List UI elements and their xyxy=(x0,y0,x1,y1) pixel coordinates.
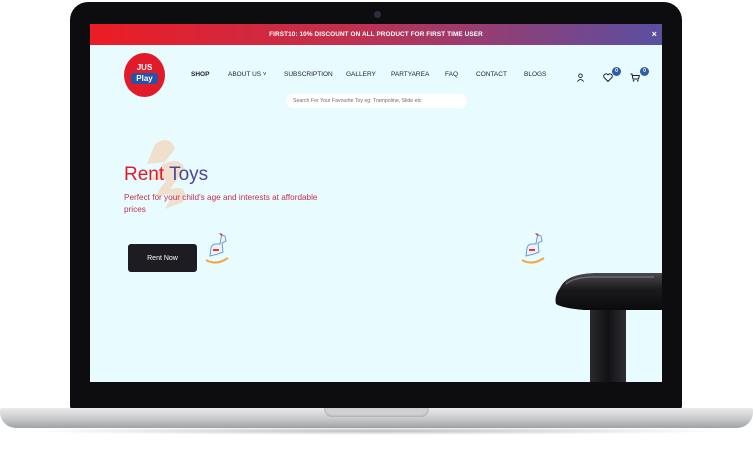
toy-hammer-image xyxy=(555,273,662,382)
cart-count-badge: 0 xyxy=(640,67,649,76)
rocking-horse-icon xyxy=(205,233,229,264)
wishlist-button[interactable]: 0 xyxy=(603,67,621,87)
nav-about-us-label: ABOUT US xyxy=(228,71,262,78)
hero-subtitle: Perfect for your child's age and interes… xyxy=(124,193,318,214)
promo-text: FIRST10: 10% DISCOUNT ON ALL PRODUCT FOR… xyxy=(269,31,483,38)
wishlist-count-badge: 0 xyxy=(612,67,621,76)
nav-contact[interactable]: CONTACT xyxy=(476,71,507,78)
logo-text-top: JUS xyxy=(136,63,153,72)
nav-faq[interactable]: FAQ xyxy=(445,71,458,78)
nav-partyarea[interactable]: PARTYAREA xyxy=(391,71,429,78)
promo-bar: FIRST10: 10% DISCOUNT ON ALL PRODUCT FOR… xyxy=(90,24,662,45)
site-logo[interactable]: JUS Play xyxy=(124,53,165,97)
nav-about-us[interactable]: ABOUT US ˅ xyxy=(228,71,266,78)
rocking-horse-icon xyxy=(521,233,545,264)
logo-text-bottom: Play xyxy=(131,73,158,84)
nav-blogs[interactable]: BLOGS xyxy=(524,71,546,78)
hero-title-rent: Rent xyxy=(124,164,170,185)
nav-shop[interactable]: SHOP xyxy=(191,71,209,78)
nav-subscription[interactable]: SUBSCRIPTION xyxy=(284,71,333,78)
hero-title-toys: Toys xyxy=(169,164,209,185)
close-icon[interactable]: × xyxy=(652,24,657,45)
cart-icon xyxy=(630,69,640,86)
search-input[interactable] xyxy=(286,94,467,108)
nav-gallery[interactable]: GALLERY xyxy=(346,71,376,78)
user-icon[interactable] xyxy=(576,69,585,87)
webcam xyxy=(374,11,381,18)
laptop-shadow xyxy=(20,427,733,435)
cart-button[interactable]: 0 xyxy=(630,67,649,87)
browser-screen: FIRST10: 10% DISCOUNT ON ALL PRODUCT FOR… xyxy=(90,24,662,382)
rent-now-button[interactable]: Rent Now xyxy=(128,244,197,272)
chevron-down-icon: ˅ xyxy=(262,72,267,78)
hero-title: Rent Toys xyxy=(124,164,208,186)
laptop-notch xyxy=(324,408,429,417)
